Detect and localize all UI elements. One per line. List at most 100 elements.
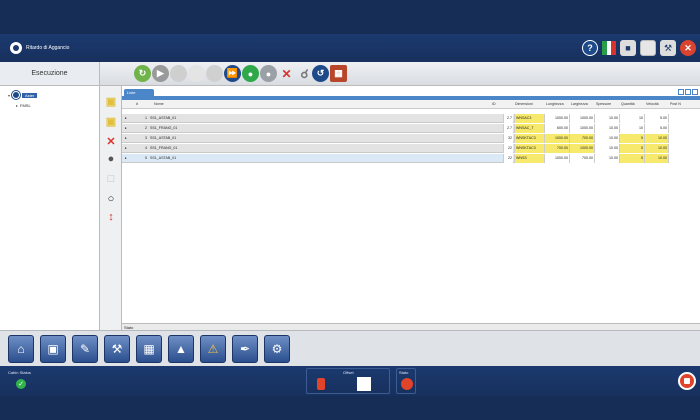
close-icon[interactable]: ✕ [680, 40, 696, 56]
tools-icon[interactable]: ⚒ [660, 40, 676, 56]
user-icon[interactable]: ■ [620, 40, 636, 56]
keyboard-icon[interactable] [640, 40, 656, 56]
col-header[interactable]: Spessore [596, 102, 611, 106]
cell-qty: 10 [619, 114, 644, 123]
cell-dim: WNSKTAC3 [514, 134, 544, 143]
blade-icon[interactable]: ▲ [168, 335, 194, 363]
gray-ball-icon[interactable]: ● [260, 65, 277, 82]
cell-qty: 5 [619, 134, 644, 143]
step-icon[interactable] [170, 65, 187, 82]
delete-icon[interactable]: ✕ [278, 65, 295, 82]
offset-icon[interactable] [317, 378, 325, 390]
language-flag-icon[interactable] [602, 41, 617, 55]
refresh-icon[interactable]: ↻ [134, 65, 151, 82]
ring-icon[interactable]: ○ [104, 192, 118, 206]
restore-icon[interactable] [685, 89, 691, 95]
tree-item-root[interactable]: ▾ Aster [0, 90, 99, 100]
cell-larg: 1000.00 [569, 124, 594, 133]
pen-icon[interactable]: ✒ [232, 335, 258, 363]
blank-tool-icon[interactable]: □ [104, 172, 118, 186]
play-icon[interactable]: ▶ [152, 65, 169, 82]
rotate-icon[interactable]: ↺ [312, 65, 329, 82]
cell-name: SS1_ASTAB_01 [150, 136, 177, 140]
blank-icon[interactable] [188, 65, 205, 82]
pause-icon[interactable] [206, 65, 223, 82]
status-left-label: Cabin Status [8, 370, 31, 375]
col-header[interactable]: ID [492, 102, 496, 106]
titlebar-actions: ? ■ ⚒ ✕ [582, 40, 696, 56]
cell-id: 2.7 [503, 124, 513, 133]
cell-num: 3 [145, 136, 147, 140]
bottom-band [0, 396, 700, 420]
cell-post [668, 144, 700, 153]
table-icon[interactable]: ▦ [136, 335, 162, 363]
next-icon[interactable]: ⏩ [224, 65, 241, 82]
tree-item-child[interactable]: ▸ FMSL [0, 100, 99, 110]
col-header[interactable]: Dimensioni [515, 102, 533, 106]
grid-window-buttons [678, 89, 698, 95]
row-expander[interactable]: ▸ [124, 134, 132, 143]
stop-circle-icon[interactable]: ● [104, 152, 118, 166]
col-header[interactable]: Post N [670, 102, 681, 106]
add-copy-icon[interactable]: ▣ [104, 114, 118, 128]
col-header[interactable]: Velocità [646, 102, 659, 106]
col-header[interactable]: # [136, 102, 138, 106]
remove-icon[interactable]: ✕ [104, 134, 118, 148]
monitor-icon[interactable]: ▣ [40, 335, 66, 363]
select-icon[interactable]: ☌ [296, 65, 313, 82]
col-header[interactable]: Quantità [621, 102, 635, 106]
table-row[interactable]: ▸ 1 SS1_ASTAB_01 2.7 WNSAC3 1000.00 1000… [122, 114, 700, 123]
grid-tab[interactable]: Liste [124, 89, 154, 96]
row-expander[interactable]: ▸ [124, 124, 132, 133]
title-bar: Ritardo di Aggancio ? ■ ⚒ ✕ [0, 34, 700, 62]
top-band [0, 0, 700, 34]
cell-dim: WNSAC_T [514, 124, 544, 133]
table-row[interactable]: ▸ 3 SS1_ASTAB_01 32 WNSKTAC3 1000.00 700… [122, 134, 700, 143]
minimize-icon[interactable] [678, 89, 684, 95]
green-ball-icon[interactable]: ● [242, 65, 259, 82]
cell-larg: 700.00 [569, 154, 594, 163]
tool-icon[interactable]: ⚒ [104, 335, 130, 363]
expand-arrow-icon[interactable]: ▾ [8, 93, 10, 98]
row-expander[interactable]: ▸ [124, 114, 132, 123]
cell-id: 22 [503, 144, 513, 153]
move-icon[interactable]: ↕ [104, 210, 118, 224]
cell-spess: 10.00 [594, 124, 619, 133]
edit-icon[interactable]: ✎ [72, 335, 98, 363]
stato-icon[interactable] [401, 378, 413, 390]
cell-name: SS1_FRANG_01 [150, 126, 178, 130]
cell-qty: 5 [619, 144, 644, 153]
home-icon[interactable]: ⌂ [8, 335, 34, 363]
cell-vel: 5.00 [644, 114, 668, 123]
alarm-icon[interactable]: ⚠ [200, 335, 226, 363]
help-icon[interactable]: ? [582, 40, 598, 56]
col-header[interactable]: Nome [154, 102, 164, 106]
cell-vel: 10.00 [644, 154, 668, 163]
maximize-icon[interactable] [692, 89, 698, 95]
cell-larg: 1000.00 [569, 144, 594, 153]
settings-grid-icon[interactable]: ▦ [330, 65, 347, 82]
offset-box: Offset [306, 368, 390, 394]
table-row[interactable]: ▸ 4 SS1_FRANG_01 22 WNSKTAC3 700.00 1000… [122, 144, 700, 153]
wrench-icon[interactable]: ⚙ [264, 335, 290, 363]
cell-post [668, 114, 700, 123]
col-header[interactable]: Lunghezza [546, 102, 564, 106]
cell-lung: 1000.00 [544, 114, 569, 123]
stato-label: Stato [399, 370, 409, 375]
row-expander[interactable]: ▸ [124, 154, 132, 163]
row-expander[interactable]: ▸ [124, 144, 132, 153]
add-icon[interactable]: ▣ [104, 94, 118, 108]
offset-grid-icon[interactable] [357, 377, 371, 391]
cell-num: 1 [145, 116, 147, 120]
side-toolbar: ▣ ▣ ✕ ● □ ○ ↕ [100, 86, 122, 330]
main-toolbar: ↻ ▶ ⏩ ● ● ✕ ☌ ↺ ▦ [100, 62, 700, 86]
stop-icon[interactable] [678, 372, 696, 390]
col-header[interactable]: Larghezza [571, 102, 588, 106]
tree-item-label: FMSL [20, 102, 31, 108]
folder-icon [12, 91, 21, 99]
ok-status-icon: ✓ [16, 379, 26, 389]
table-row[interactable]: ▸ 5 SS1_ASTAB_01 22 WNSS 1000.00 700.00 … [122, 154, 700, 163]
cell-dim: WNSS [514, 154, 544, 163]
table-row[interactable]: ▸ 2 SS1_FRANG_01 2.7 WNSAC_T 600.00 1000… [122, 124, 700, 133]
data-grid: Liste # Nome ID Dimensioni Lunghezza Lar… [122, 86, 700, 330]
